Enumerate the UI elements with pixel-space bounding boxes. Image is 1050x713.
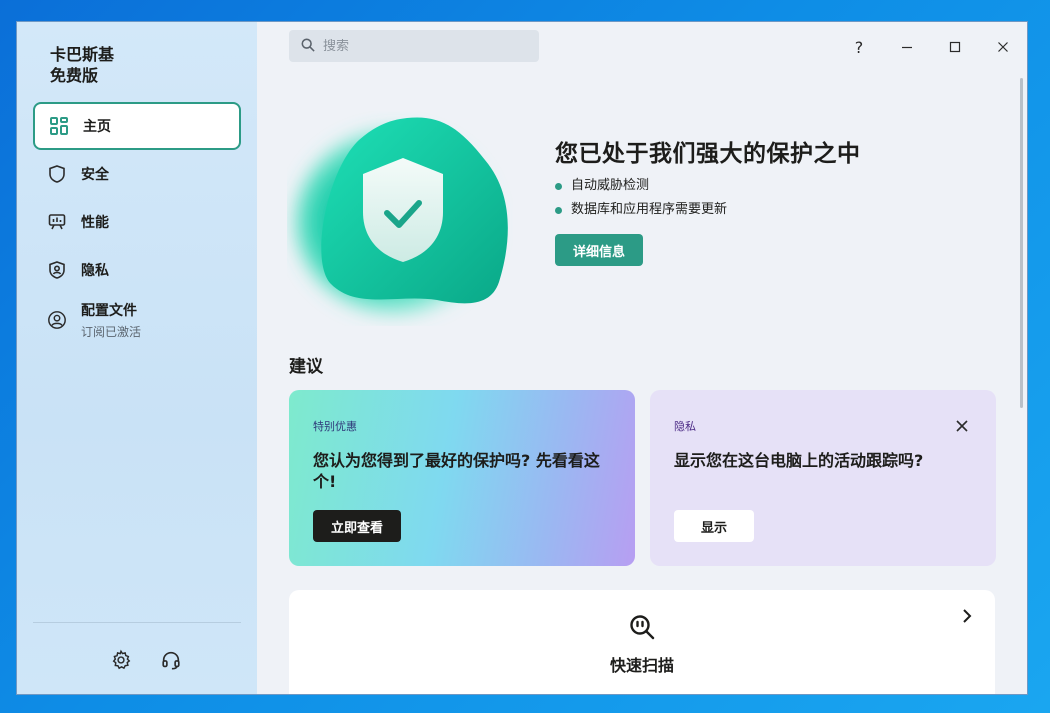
brand-line-1: 卡巴斯基 [50, 45, 115, 64]
search-input[interactable] [323, 38, 523, 54]
sidebar-item-label: 安全 [81, 167, 109, 183]
quick-scan-label: 快速扫描 [609, 656, 674, 675]
sidebar-item-label: 配置文件 [81, 303, 137, 319]
sidebar-item-security[interactable]: 安全 [33, 150, 241, 198]
card-tag: 特别优惠 [313, 420, 357, 433]
main-content: ? [257, 22, 1027, 694]
sidebar-item-label: 性能 [81, 215, 109, 231]
gear-icon[interactable] [109, 648, 133, 672]
status-item: 数据库和应用程序需要更新 [555, 198, 727, 222]
profile-text: 配置文件 订阅已激活 [81, 300, 141, 340]
performance-icon [47, 212, 67, 232]
special-offer-card[interactable]: 特别优惠 您认为您得到了最好的保护吗? 先看看这个! 立即查看 [289, 390, 635, 566]
search-icon [301, 37, 315, 56]
protection-status-illustration [287, 110, 513, 314]
sidebar-nav: 主页 安全 性能 隐私 配置文件 订阅已激活 [33, 102, 241, 346]
card-title: 您认为您得到了最好的保护吗? 先看看这个! [313, 451, 600, 491]
headset-icon[interactable] [159, 648, 183, 672]
minimize-button[interactable] [895, 36, 919, 58]
chevron-right-icon[interactable] [959, 608, 975, 624]
scan-magnifier-icon [627, 612, 657, 642]
sidebar-divider [33, 622, 241, 623]
sidebar-item-performance[interactable]: 性能 [33, 198, 241, 246]
subscription-status: 订阅已激活 [81, 325, 142, 339]
card-title: 显示您在这台电脑上的活动跟踪吗? [674, 451, 924, 470]
profile-icon [47, 310, 67, 330]
privacy-suggestion-card[interactable]: 隐私 显示您在这台电脑上的活动跟踪吗? 显示 [650, 390, 996, 566]
sidebar-item-privacy[interactable]: 隐私 [33, 246, 241, 294]
maximize-button[interactable] [943, 36, 967, 58]
close-icon[interactable] [954, 418, 970, 434]
search-box[interactable] [289, 30, 539, 62]
brand-title: 卡巴斯基 免费版 [50, 44, 114, 86]
close-icon [998, 42, 1008, 52]
card-tag: 隐私 [674, 420, 696, 433]
show-button[interactable]: 显示 [674, 510, 754, 542]
protection-status-title: 您已处于我们强大的保护之中 [555, 141, 861, 167]
quick-scan-card[interactable]: 快速扫描 [289, 590, 995, 694]
shield-icon [47, 164, 67, 184]
sidebar-item-profile[interactable]: 配置文件 订阅已激活 [33, 294, 241, 346]
sidebar: 卡巴斯基 免费版 主页 安全 性能 隐私 配置文件 订阅已激活 [17, 22, 257, 694]
help-button[interactable]: ? [847, 36, 871, 58]
view-now-button[interactable]: 立即查看 [313, 510, 401, 542]
app-window: 卡巴斯基 免费版 主页 安全 性能 隐私 配置文件 订阅已激活 搜索 ? 您已处… [16, 21, 1028, 695]
sidebar-item-label: 主页 [83, 119, 111, 135]
close-window-button[interactable] [991, 36, 1015, 58]
maximize-icon [949, 41, 961, 53]
status-item: 自动威胁检测 [555, 174, 727, 198]
brand-line-2: 免费版 [50, 66, 99, 85]
minimize-icon [902, 46, 912, 49]
protection-status-list: 自动威胁检测 数据库和应用程序需要更新 [555, 174, 727, 222]
sidebar-item-label: 隐私 [81, 263, 109, 279]
help-icon: ? [854, 37, 864, 57]
details-button[interactable]: 详细信息 [555, 234, 643, 266]
scrollbar[interactable] [1020, 78, 1023, 408]
suggestions-title: 建议 [289, 357, 323, 377]
sidebar-footer [109, 648, 183, 672]
sidebar-item-home[interactable]: 主页 [33, 102, 241, 150]
privacy-shield-icon [47, 260, 67, 280]
home-grid-icon [49, 116, 69, 136]
